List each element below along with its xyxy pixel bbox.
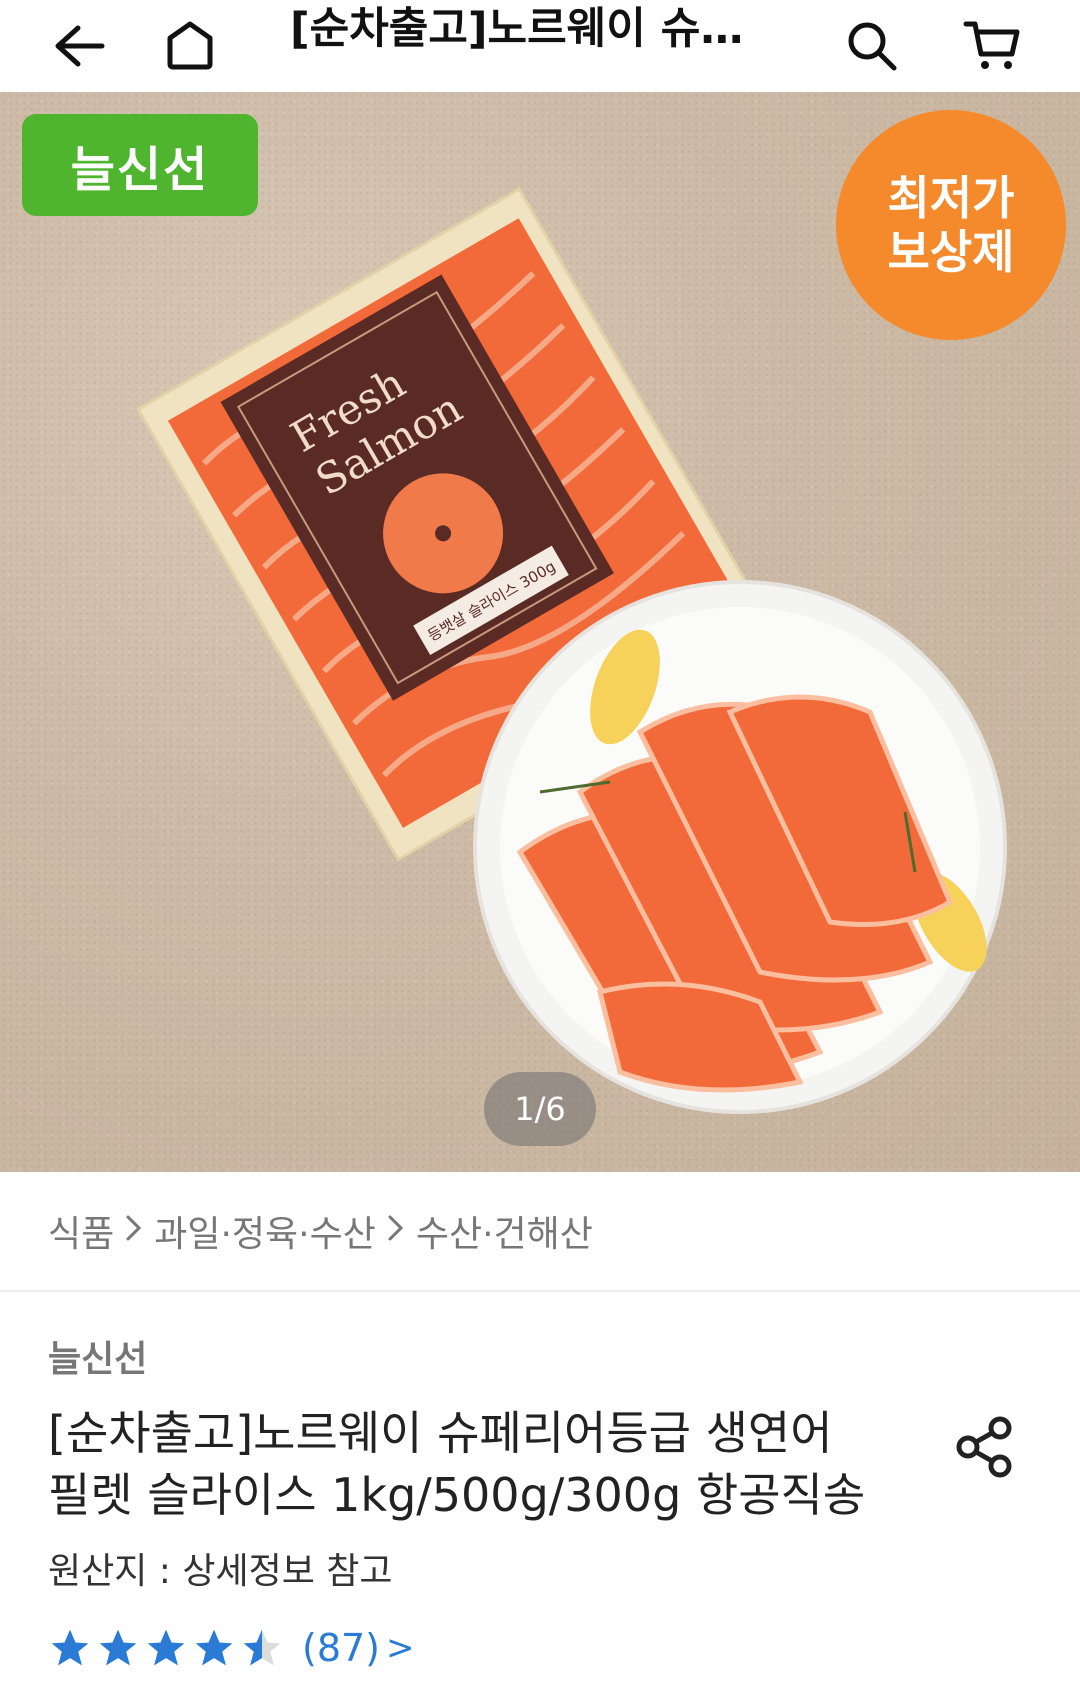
product-title-line1: [순차출고]노르웨이 슈페리어등급 생연어: [48, 1406, 833, 1460]
top-app-bar: [순차출고]노르웨이 슈…: [0, 0, 1080, 92]
chevron-right-icon: >: [386, 1628, 415, 1668]
product-image-carousel[interactable]: Fresh Salmon 등뱃살 슬라이스 300g 늘신선 최저가 보상제 1…: [0, 92, 1080, 1172]
star-rating: [48, 1626, 284, 1670]
page-title: [순차출고]노르웨이 슈…: [290, 4, 744, 54]
product-title: [순차출고]노르웨이 슈페리어등급 생연어 필렛 슬라이스 1kg/500g/3…: [48, 1402, 908, 1526]
lowest-price-badge-line1: 최저가: [887, 171, 1015, 225]
brand-name[interactable]: 늘신선: [48, 1330, 147, 1382]
back-arrow-icon[interactable]: [38, 0, 118, 92]
image-page-counter: 1/6: [484, 1072, 596, 1146]
lowest-price-badge-line2: 보상제: [887, 225, 1015, 279]
star-full-icon: [51, 1629, 89, 1666]
search-icon[interactable]: [832, 0, 912, 92]
breadcrumb: 식품 과일·정육·수산 수산·건해산: [48, 1172, 593, 1290]
rating-row[interactable]: (87) >: [48, 1620, 415, 1676]
section-divider: [0, 1290, 1080, 1292]
review-count-link[interactable]: (87): [302, 1626, 380, 1670]
star-half-icon: [243, 1629, 281, 1666]
star-full-icon: [147, 1629, 185, 1666]
chevron-right-icon: [124, 1211, 144, 1252]
cart-icon[interactable]: [952, 0, 1032, 92]
star-full-icon: [195, 1629, 233, 1666]
home-icon[interactable]: [150, 0, 230, 92]
lowest-price-badge: 최저가 보상제: [836, 110, 1066, 340]
breadcrumb-item-fruit-meat-seafood[interactable]: 과일·정육·수산: [154, 1205, 376, 1257]
brand-badge: 늘신선: [22, 114, 258, 216]
chevron-right-icon: [386, 1211, 406, 1252]
breadcrumb-item-seafood-dried[interactable]: 수산·건해산: [416, 1205, 593, 1257]
product-title-line2: 필렛 슬라이스 1kg/500g/300g 항공직송: [48, 1468, 866, 1522]
origin-info: 원산지 : 상세정보 참고: [48, 1551, 393, 1592]
star-full-icon: [99, 1629, 137, 1666]
breadcrumb-item-food[interactable]: 식품: [48, 1205, 114, 1257]
share-icon[interactable]: [950, 1412, 1020, 1482]
